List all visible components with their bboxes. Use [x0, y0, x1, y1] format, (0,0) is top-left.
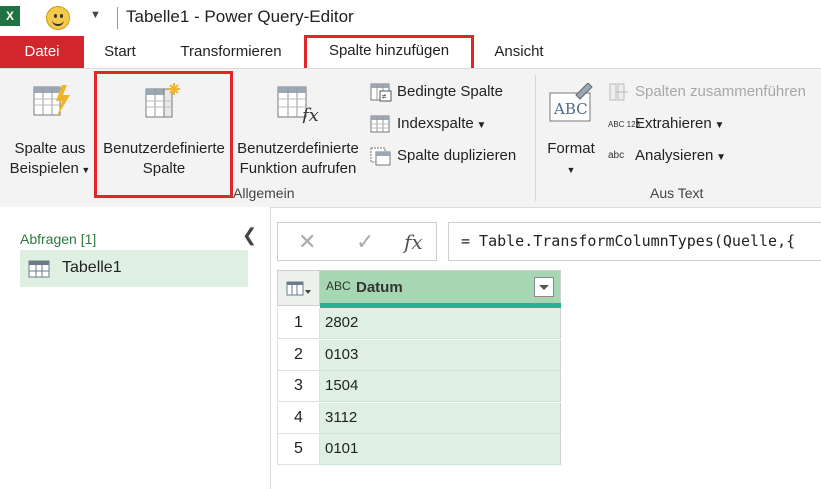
confirm-icon[interactable]: ✓ [356, 229, 374, 255]
tab-transformieren[interactable]: Transformieren [170, 36, 292, 68]
tab-start[interactable]: Start [92, 36, 148, 68]
group-label-allgemein: Allgemein [233, 185, 295, 201]
cancel-icon[interactable]: ✕ [298, 229, 316, 255]
group-label-aus-text: Aus Text [650, 185, 704, 201]
row-number[interactable]: 1 [277, 308, 320, 339]
column-from-examples-label: Spalte aus Beispielen ▼ [9, 140, 91, 177]
formula-actions: ✕ ✓ fx [277, 222, 437, 261]
table-cell[interactable]: 0103 [320, 339, 561, 371]
column-name: Datum [356, 279, 403, 296]
format-label: Format ▼ [547, 140, 595, 175]
table-cell[interactable]: 1504 [320, 371, 561, 402]
invoke-custom-function-label: Benutzerdefinierte Funktion aufrufen [237, 140, 359, 177]
qat-dropdown-icon[interactable]: ▼ [90, 9, 101, 21]
duplicate-column-icon [370, 147, 391, 166]
row-number[interactable]: 3 [277, 371, 320, 402]
table-row[interactable]: 1 2802 [277, 308, 561, 339]
column-from-examples-icon [33, 85, 70, 117]
table-icon [28, 260, 50, 278]
table-cell[interactable]: 2802 [320, 308, 561, 339]
title-separator [117, 7, 118, 29]
tab-ansicht[interactable]: Ansicht [484, 36, 554, 68]
extract-icon: ABC 123 [608, 119, 641, 129]
grid-menu-button[interactable] [277, 270, 320, 306]
row-number[interactable]: 2 [277, 339, 320, 371]
group-separator [535, 75, 536, 201]
index-column-button[interactable]: Indexspalte ▼ [370, 112, 486, 136]
table-row[interactable]: 5 0101 [277, 434, 561, 465]
table-row[interactable]: 3 1504 [277, 371, 561, 402]
duplicate-column-button[interactable]: Spalte duplizieren [370, 144, 516, 168]
merge-columns-button[interactable]: Spalten zusammenführen [608, 80, 806, 104]
merge-columns-icon [609, 83, 628, 101]
svg-text:ABC: ABC [553, 100, 588, 118]
invoke-custom-function-button[interactable]: fx Benutzerdefinierte Funktion aufrufen [232, 75, 364, 185]
table-row[interactable]: 2 0103 [277, 339, 561, 371]
queries-pane: Abfragen [1] ❮ Tabelle1 [0, 207, 271, 489]
custom-column-highlight [94, 71, 233, 198]
column-type-icon[interactable]: ABC [326, 279, 351, 293]
title-bar: X ▼ Tabelle1 - Power Query-Editor [0, 0, 821, 36]
svg-text:≠: ≠ [382, 92, 387, 101]
conditional-column-button[interactable]: ≠ Bedingte Spalte [370, 80, 503, 104]
svg-text:fx: fx [300, 105, 319, 123]
tab-spalte-hinzufuegen[interactable]: Spalte hinzufügen [304, 35, 474, 71]
table-row[interactable]: 4 3112 [277, 402, 561, 434]
window-title: Tabelle1 - Power Query-Editor [126, 7, 354, 26]
format-button[interactable]: ABC Format ▼ [540, 75, 602, 185]
ribbon-tabs: Datei Start Transformieren Spalte hinzuf… [0, 35, 821, 71]
table-cell[interactable]: 0101 [320, 434, 561, 465]
column-header-datum[interactable]: ABC Datum [320, 270, 561, 306]
data-grid: ABC Datum 1 2802 2 0103 3 1504 4 3112 5 0101 [277, 270, 561, 466]
formula-input[interactable]: = Table.TransformColumnTypes(Quelle,{ [448, 222, 821, 261]
row-number[interactable]: 5 [277, 434, 320, 465]
row-number[interactable]: 4 [277, 402, 320, 434]
parse-button[interactable]: abc Analysieren ▼ [608, 144, 726, 168]
column-from-examples-button[interactable]: Spalte aus Beispielen ▼ [4, 75, 96, 185]
column-filter-icon[interactable] [534, 277, 554, 297]
excel-icon[interactable]: X [0, 6, 20, 26]
queries-header: Abfragen [1] [20, 231, 97, 247]
index-column-icon [370, 115, 390, 133]
table-cell[interactable]: 3112 [320, 402, 561, 434]
grid-menu-icon [286, 281, 311, 296]
parse-icon: abc [608, 150, 625, 162]
smiley-icon[interactable] [46, 6, 70, 30]
collapse-icon[interactable]: ❮ [242, 225, 257, 246]
fx-icon[interactable]: fx [404, 230, 423, 254]
tab-datei[interactable]: Datei [0, 36, 84, 68]
format-icon: ABC [549, 83, 593, 122]
extract-button[interactable]: ABC 123Extrahieren ▼ [608, 112, 724, 136]
query-label: Tabelle1 [62, 259, 122, 276]
custom-function-icon: fx [277, 86, 319, 123]
query-item-tabelle1[interactable]: Tabelle1 [20, 250, 248, 287]
conditional-column-icon: ≠ [370, 83, 392, 102]
